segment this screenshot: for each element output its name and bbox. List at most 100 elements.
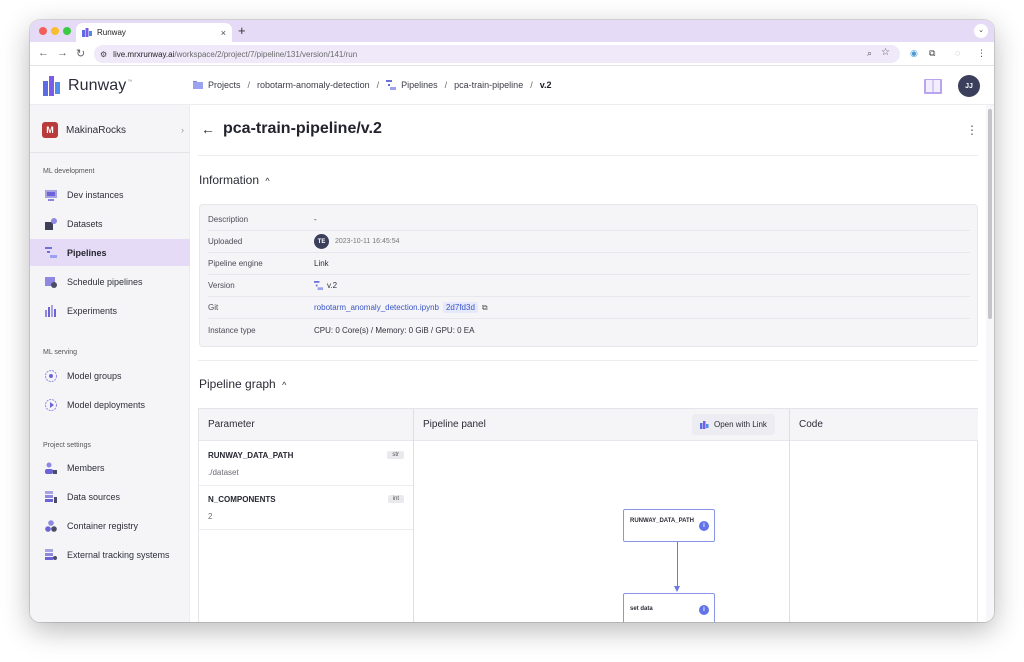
extensions-puzzle-icon[interactable]: ⧉ bbox=[929, 48, 935, 59]
open-with-link-label: Open with Link bbox=[714, 420, 767, 429]
arrow-head-icon bbox=[674, 586, 680, 592]
user-avatar[interactable]: JJ bbox=[958, 75, 980, 97]
sidebar-item-container-registry[interactable]: Container registry bbox=[30, 512, 190, 539]
bookmark-star-icon[interactable]: ☆ bbox=[881, 47, 890, 58]
link-logo-icon bbox=[700, 420, 709, 429]
parameter-row[interactable]: N_COMPONENTS int 2 bbox=[199, 486, 413, 530]
info-label: Git bbox=[208, 303, 219, 312]
info-row-pipeline-engine: Pipeline engine Link bbox=[208, 253, 970, 275]
close-window-button[interactable] bbox=[39, 27, 47, 35]
forward-icon[interactable]: → bbox=[57, 47, 68, 59]
scrollbar-thumb[interactable] bbox=[988, 109, 992, 319]
pipeline-graph-section-toggle[interactable]: Pipeline graph ^ bbox=[199, 377, 286, 391]
info-row-version: Version v.2 bbox=[208, 275, 970, 297]
sidebar-item-datasets[interactable]: Datasets bbox=[30, 210, 190, 237]
info-row-git: Git robotarm_anomaly_detection.ipynb 2d7… bbox=[208, 297, 970, 319]
sidebar-item-label: Members bbox=[67, 462, 105, 473]
documentation-book-icon[interactable] bbox=[924, 78, 942, 94]
maximize-window-button[interactable] bbox=[63, 27, 71, 35]
organization-switcher[interactable]: M MakinaRocks › bbox=[42, 121, 184, 139]
browser-menu-icon[interactable]: ⋮ bbox=[977, 48, 986, 59]
divider bbox=[30, 152, 190, 153]
members-icon bbox=[45, 462, 57, 474]
breadcrumb-pipelines[interactable]: Pipelines bbox=[401, 80, 438, 90]
breadcrumb-projects[interactable]: Projects bbox=[208, 80, 241, 90]
sidebar-item-members[interactable]: Members bbox=[30, 454, 190, 481]
pipeline-icon bbox=[386, 80, 397, 90]
git-file-link[interactable]: robotarm_anomaly_detection.ipynb bbox=[314, 303, 439, 312]
url-path: /workspace/2/project/7/pipeline/131/vers… bbox=[174, 49, 358, 59]
graph-node[interactable]: set data i bbox=[623, 593, 715, 622]
pipeline-version-icon bbox=[314, 281, 323, 290]
open-with-link-button[interactable]: Open with Link bbox=[692, 414, 775, 435]
chevron-right-icon: › bbox=[181, 125, 184, 135]
sidebar-item-external-tracking-systems[interactable]: External tracking systems bbox=[30, 541, 190, 568]
profile-icon[interactable]: ◌ bbox=[955, 48, 960, 58]
graph-node[interactable]: RUNWAY_DATA_PATH i bbox=[623, 509, 715, 542]
git-commit-hash[interactable]: 2d7fd3d bbox=[442, 302, 478, 313]
copy-icon[interactable]: ⧉ bbox=[482, 303, 488, 313]
info-label: Pipeline engine bbox=[208, 259, 263, 268]
column-divider bbox=[413, 409, 414, 622]
breadcrumb-version: v.2 bbox=[539, 80, 552, 90]
zoom-icon[interactable]: ⌕ bbox=[867, 48, 872, 59]
tab-search-icon[interactable]: ⌄ bbox=[974, 24, 988, 38]
monitor-icon bbox=[45, 189, 57, 201]
runway-logo[interactable]: Runway ™ bbox=[43, 76, 132, 96]
sidebar-item-pipelines[interactable]: Pipelines bbox=[30, 239, 190, 266]
sidebar-item-dev-instances[interactable]: Dev instances bbox=[30, 181, 190, 208]
sidebar-item-label: Dev instances bbox=[67, 189, 124, 200]
back-icon[interactable]: ← bbox=[38, 47, 49, 59]
parameter-name: N_COMPONENTS bbox=[208, 495, 276, 504]
new-tab-button[interactable]: + bbox=[238, 23, 246, 38]
info-value: CPU: 0 Core(s) / Memory: 0 GiB / GPU: 0 … bbox=[314, 325, 475, 335]
back-arrow-icon[interactable]: ← bbox=[201, 121, 215, 137]
parameter-header: Parameter bbox=[208, 419, 255, 430]
runway-logo-icon bbox=[43, 76, 60, 96]
chevron-up-icon: ^ bbox=[265, 176, 270, 186]
info-label: Uploaded bbox=[208, 237, 243, 246]
info-icon[interactable]: i bbox=[699, 605, 709, 615]
info-icon[interactable]: i bbox=[699, 521, 709, 531]
column-divider bbox=[789, 409, 790, 622]
deployment-icon bbox=[45, 398, 57, 411]
information-section-toggle[interactable]: Information ^ bbox=[199, 173, 270, 187]
info-value: Link bbox=[314, 259, 329, 268]
sidebar-item-schedule-pipelines[interactable]: Schedule pipelines bbox=[30, 268, 190, 295]
parameter-value: ./dataset bbox=[208, 468, 239, 477]
browser-toolbar: ← → ↻ ⚙ live.mrxrunway.ai/workspace/2/pr… bbox=[30, 42, 994, 66]
sidebar-item-label: Schedule pipelines bbox=[67, 276, 143, 287]
breadcrumb-pipeline[interactable]: pca-train-pipeline bbox=[454, 80, 523, 90]
info-row-description: Description - bbox=[208, 209, 970, 231]
extension-icon[interactable]: ◉ bbox=[910, 48, 918, 59]
graph-edge bbox=[677, 542, 678, 589]
more-options-icon[interactable]: ⋮ bbox=[966, 123, 978, 137]
divider bbox=[198, 360, 978, 361]
main-scrollbar[interactable] bbox=[986, 105, 994, 622]
sidebar-item-label: Pipelines bbox=[67, 247, 107, 258]
uploader-avatar: TE bbox=[314, 234, 329, 249]
minimize-window-button[interactable] bbox=[51, 27, 59, 35]
logo-text: Runway bbox=[68, 77, 127, 94]
pipeline-graph: Parameter Pipeline panel Open with Link … bbox=[198, 408, 978, 622]
parameter-row[interactable]: RUNWAY_DATA_PATH str ./dataset bbox=[199, 442, 413, 486]
sidebar-item-data-sources[interactable]: Data sources bbox=[30, 483, 190, 510]
sidebar-item-label: Datasets bbox=[67, 218, 103, 229]
reload-icon[interactable]: ↻ bbox=[76, 47, 85, 60]
site-settings-icon[interactable]: ⚙ bbox=[100, 50, 107, 59]
info-label: Description bbox=[208, 215, 249, 224]
sidebar-item-experiments[interactable]: Experiments bbox=[30, 297, 190, 324]
org-badge: M bbox=[42, 122, 58, 138]
browser-tab-bar: Runway × + ⌄ bbox=[30, 20, 994, 42]
close-tab-icon[interactable]: × bbox=[221, 28, 226, 38]
pipeline-panel-title: Pipeline panel bbox=[423, 419, 486, 430]
sidebar-item-model-groups[interactable]: Model groups bbox=[30, 362, 190, 389]
address-bar[interactable]: ⚙ live.mrxrunway.ai/workspace/2/project/… bbox=[94, 45, 900, 63]
sidebar-item-model-deployments[interactable]: Model deployments bbox=[30, 391, 190, 418]
browser-tab[interactable]: Runway × bbox=[76, 23, 232, 42]
logo-trademark: ™ bbox=[127, 79, 133, 85]
code-header: Code bbox=[799, 419, 823, 430]
information-heading: Information bbox=[199, 173, 260, 187]
breadcrumb-project[interactable]: robotarm-anomaly-detection bbox=[257, 80, 370, 90]
database-icon bbox=[45, 217, 57, 230]
